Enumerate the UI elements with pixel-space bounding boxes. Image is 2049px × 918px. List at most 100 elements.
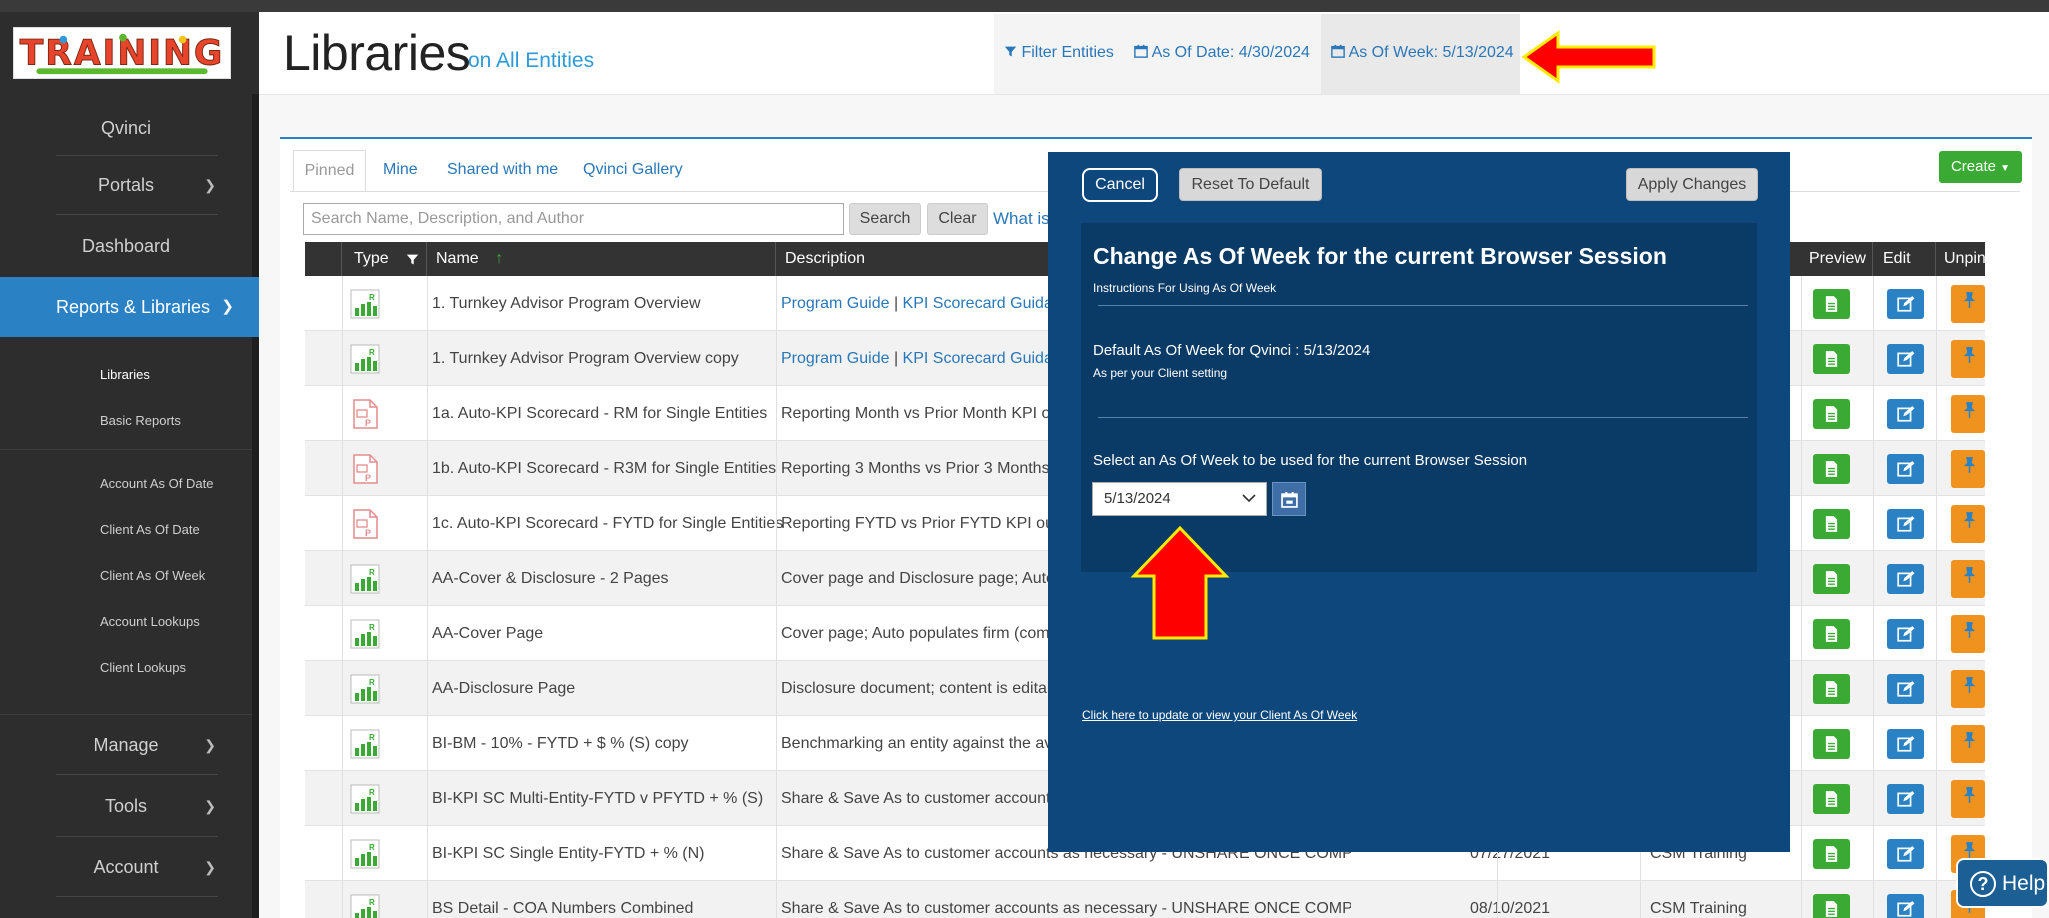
what-is-link[interactable]: What is [993, 209, 1050, 229]
tab-qvinci-gallery[interactable]: Qvinci Gallery [583, 161, 683, 179]
edit-button[interactable] [1887, 289, 1924, 319]
sidebar-sub-client-as-of-week[interactable]: Client As Of Week [100, 568, 205, 583]
preview-button[interactable] [1813, 784, 1850, 814]
cancel-button[interactable]: Cancel [1082, 168, 1158, 202]
preview-button[interactable] [1813, 564, 1850, 594]
pdf-report-icon: P [349, 453, 381, 485]
edit-button[interactable] [1887, 674, 1924, 704]
as-of-week-select[interactable]: 5/13/2024 [1092, 482, 1267, 516]
tab-pinned[interactable]: Pinned [293, 150, 366, 192]
kpi-scorecard-guidance-link[interactable]: KPI Scorecard Guidanc [903, 295, 1070, 312]
as-of-week-modal: Cancel Reset To Default Apply Changes Ch… [1048, 152, 1790, 852]
edit-button[interactable] [1887, 564, 1924, 594]
report-icon: R [349, 563, 381, 595]
clear-button[interactable]: Clear [927, 203, 988, 235]
sidebar-item-reports-libraries[interactable]: Reports & Libraries ❯ [0, 277, 266, 337]
preview-button[interactable] [1813, 619, 1850, 649]
as-of-week-label: As Of Week: 5/13/2024 [1348, 44, 1514, 61]
edit-button[interactable] [1887, 619, 1924, 649]
preview-button[interactable] [1813, 344, 1850, 374]
sidebar-item-dashboard[interactable]: Dashboard [0, 231, 252, 261]
row-description-text: Cover page and Disclosure page; Auto p [781, 570, 1069, 587]
sidebar-item-qvinci[interactable]: Qvinci [0, 113, 252, 143]
as-of-date-button[interactable]: As Of Date: 4/30/2024 [1134, 44, 1310, 62]
sidebar-item-account[interactable]: Account ❯ [0, 852, 252, 882]
sidebar-sub-libraries[interactable]: Libraries [100, 367, 150, 382]
preview-button[interactable] [1813, 894, 1850, 918]
edit-button[interactable] [1887, 344, 1924, 374]
unpin-button[interactable] [1951, 725, 1985, 763]
calendar-picker-button[interactable] [1272, 482, 1306, 516]
sidebar-item-manage[interactable]: Manage ❯ [0, 730, 252, 760]
sidebar-item-portals[interactable]: Portals ❯ [0, 170, 252, 200]
reset-to-default-button[interactable]: Reset To Default [1179, 168, 1322, 201]
nav-divider [56, 896, 218, 897]
tab-mine[interactable]: Mine [383, 161, 418, 179]
program-guide-link[interactable]: Program Guide [781, 295, 890, 312]
program-guide-link[interactable]: Program Guide [781, 350, 890, 367]
header-name[interactable]: Name ↑ [427, 242, 776, 276]
preview-button[interactable] [1813, 289, 1850, 319]
filter-icon[interactable] [406, 253, 419, 266]
preview-button[interactable] [1813, 509, 1850, 539]
edit-button[interactable] [1887, 399, 1924, 429]
instructions-link[interactable]: Instructions For Using As Of Week [1093, 281, 1276, 295]
modal-title: Change As Of Week for the current Browse… [1093, 243, 1667, 269]
sidebar-item-label: Portals [97, 175, 155, 195]
report-icon: R [349, 673, 381, 705]
row-name: BI-BM - 10% - FYTD + $ % (S) copy [432, 735, 689, 752]
unpin-button[interactable] [1951, 560, 1985, 598]
kpi-scorecard-guidance-link[interactable]: KPI Scorecard Guidanc [903, 350, 1070, 367]
sidebar-sub-account-as-of-date[interactable]: Account As Of Date [100, 476, 213, 491]
sidebar-sub-basic-reports[interactable]: Basic Reports [100, 413, 181, 428]
edit-button[interactable] [1887, 839, 1924, 869]
edit-button[interactable] [1887, 509, 1924, 539]
edit-button[interactable] [1887, 454, 1924, 484]
row-description-text: Reporting Month vs Prior Month KPI out [781, 405, 1064, 422]
search-input[interactable]: Search Name, Description, and Author [303, 203, 844, 235]
tab-shared-with-me[interactable]: Shared with me [447, 161, 558, 179]
sidebar-item-tools[interactable]: Tools ❯ [0, 791, 252, 821]
preview-button[interactable] [1813, 729, 1850, 759]
edit-button[interactable] [1887, 894, 1924, 918]
preview-button[interactable] [1813, 674, 1850, 704]
client-as-of-week-link[interactable]: Click here to update or view your Client… [1082, 708, 1357, 722]
report-icon: R [349, 728, 381, 760]
preview-button[interactable] [1813, 454, 1850, 484]
unpin-button[interactable] [1951, 615, 1985, 653]
search-button[interactable]: Search [849, 203, 921, 235]
preview-button[interactable] [1813, 399, 1850, 429]
row-name: 1b. Auto-KPI Scorecard - R3M for Single … [432, 460, 777, 477]
sidebar-sub-client-lookups[interactable]: Client Lookups [100, 660, 186, 675]
unpin-button[interactable] [1951, 285, 1985, 323]
unpin-button[interactable] [1951, 780, 1985, 818]
edit-button[interactable] [1887, 729, 1924, 759]
header-unpin: Unpin [1944, 250, 1986, 267]
sidebar-sub-account-lookups[interactable]: Account Lookups [100, 614, 200, 629]
header-type[interactable]: Type [342, 242, 427, 276]
sidebar-sub-client-as-of-date[interactable]: Client As Of Date [100, 522, 200, 537]
as-of-week-button[interactable]: As Of Week: 5/13/2024 [1331, 44, 1514, 62]
filter-entities-button[interactable]: Filter Entities [1004, 44, 1114, 62]
unpin-button[interactable] [1951, 505, 1985, 543]
modal-body: Change As Of Week for the current Browse… [1081, 223, 1757, 572]
sidebar-scrollbar[interactable] [252, 12, 259, 918]
unpin-button[interactable] [1951, 670, 1985, 708]
apply-changes-button[interactable]: Apply Changes [1626, 168, 1758, 201]
edit-button[interactable] [1887, 784, 1924, 814]
sidebar-item-label: Tools [104, 796, 148, 816]
question-icon: ? [1970, 871, 1996, 897]
header-name-label: Name [436, 250, 479, 267]
help-button[interactable]: ? Help [1956, 858, 2049, 908]
unpin-button[interactable] [1951, 395, 1985, 433]
table-row[interactable]: R BS Detail - COA Numbers Combined Share &… [305, 881, 1985, 918]
unpin-button[interactable] [1951, 450, 1985, 488]
row-name: 1. Turnkey Advisor Program Overview copy [432, 350, 739, 367]
create-button[interactable]: Create ▼ [1939, 151, 2022, 183]
unpin-button[interactable] [1951, 340, 1985, 378]
preview-button[interactable] [1813, 839, 1850, 869]
training-logo[interactable]: TRAINING [13, 27, 231, 79]
top-strip [0, 0, 2049, 12]
page-title: Libraries [283, 25, 471, 81]
nav-divider [56, 836, 218, 837]
